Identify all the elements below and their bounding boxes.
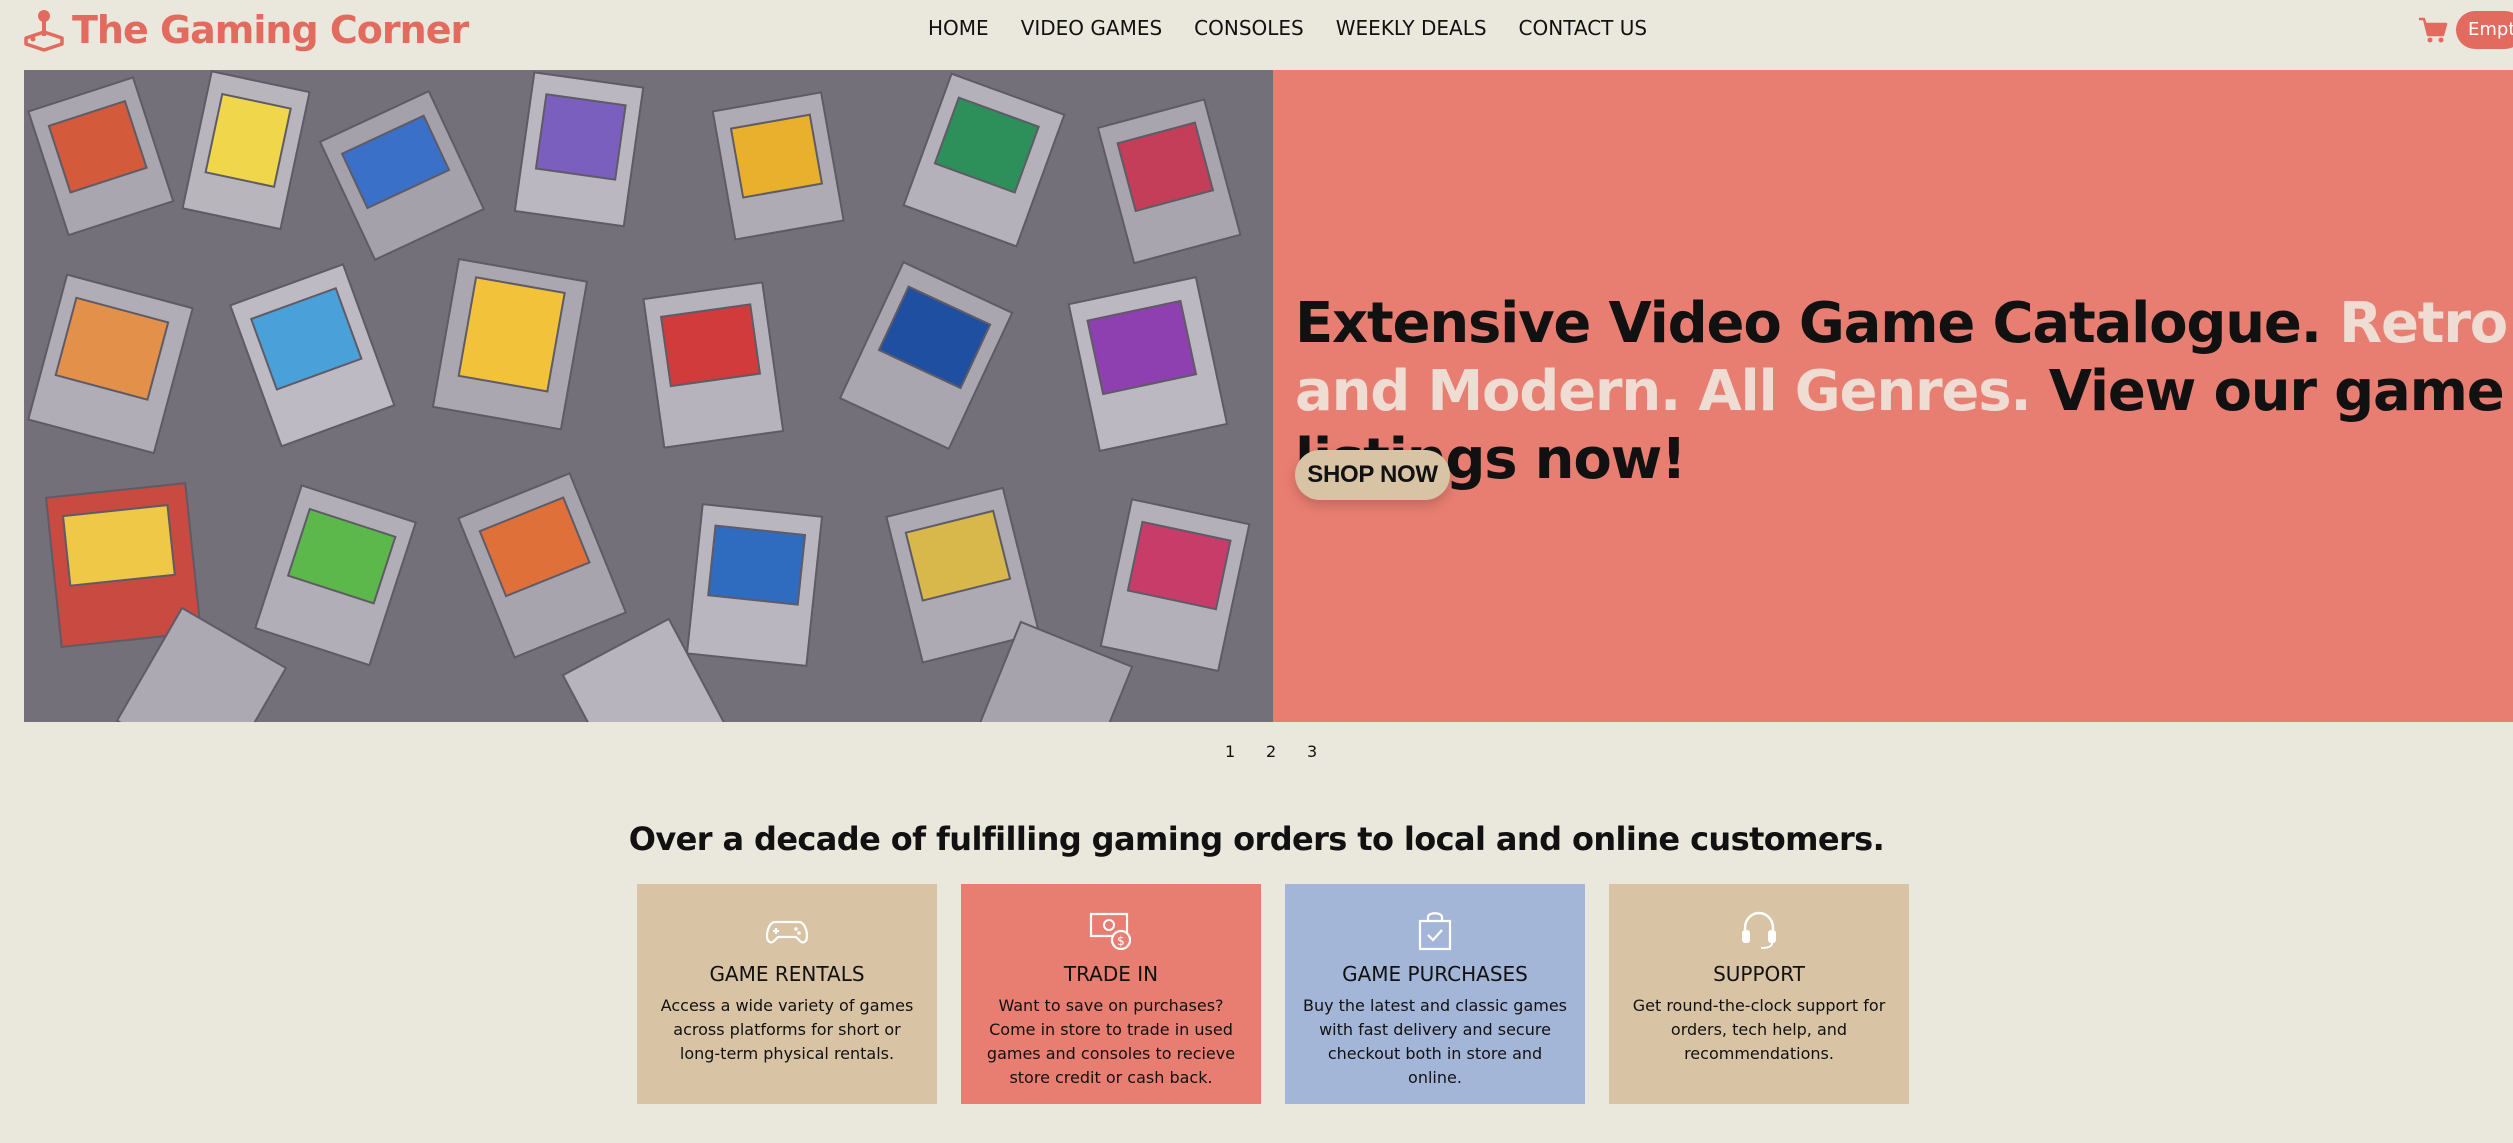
cart-status-badge[interactable]: Empty	[2456, 11, 2513, 49]
service-card-support: SUPPORT Get round-the-clock support for …	[1609, 884, 1909, 1104]
service-title: SUPPORT	[1713, 962, 1805, 986]
nav-video-games[interactable]: VIDEO GAMES	[1021, 16, 1162, 40]
shopping-cart-icon[interactable]	[2418, 15, 2448, 45]
slide-page-2[interactable]: 2	[1266, 742, 1307, 761]
hero-text-panel: Extensive Video Game Catalogue. Retro an…	[1273, 70, 2513, 722]
svg-text:$: $	[1117, 934, 1125, 948]
nav-home[interactable]: HOME	[928, 16, 989, 40]
brand-name: The Gaming Corner	[72, 8, 469, 52]
gamepad-icon	[765, 920, 809, 944]
service-card-game-purchases: GAME PURCHASES Buy the latest and classi…	[1285, 884, 1585, 1104]
service-title: GAME PURCHASES	[1342, 962, 1528, 986]
slider-pagination: 1 2 3	[1225, 742, 1348, 761]
service-card-trade-in: $ TRADE IN Want to save on purchases? Co…	[961, 884, 1261, 1104]
shopping-bag-check-icon	[1418, 912, 1452, 951]
service-description: Buy the latest and classic games with fa…	[1302, 996, 1568, 1087]
nav-contact-us[interactable]: CONTACT US	[1519, 16, 1648, 40]
slide-page-3[interactable]: 3	[1307, 742, 1348, 761]
nav-consoles[interactable]: CONSOLES	[1194, 16, 1304, 40]
hero-headline: Extensive Video Game Catalogue. Retro an…	[1295, 290, 2513, 494]
money-exchange-icon: $	[1089, 912, 1132, 951]
brand-logo-link[interactable]: The Gaming Corner	[22, 8, 469, 52]
headset-icon	[1742, 911, 1776, 949]
service-title: GAME RENTALS	[709, 962, 865, 986]
main-nav: HOME VIDEO GAMES CONSOLES WEEKLY DEALS C…	[928, 16, 1679, 40]
service-card-game-rentals: GAME RENTALS Access a wide variety of ga…	[637, 884, 937, 1104]
service-description: Want to save on purchases? Come in store…	[986, 996, 1236, 1087]
hero-banner: Extensive Video Game Catalogue. Retro an…	[24, 70, 2513, 722]
service-description: Access a wide variety of games across pl…	[660, 996, 914, 1063]
service-title: TRADE IN	[1063, 962, 1159, 986]
tagline: Over a decade of fulfilling gaming order…	[628, 820, 1885, 858]
joystick-icon	[24, 10, 64, 52]
shop-now-button[interactable]: SHOP NOW	[1295, 450, 1450, 500]
hero-image-game-cartridges	[24, 70, 1273, 722]
site-header: The Gaming Corner HOME VIDEO GAMES CONSO…	[0, 0, 2513, 70]
slide-page-1[interactable]: 1	[1225, 742, 1266, 761]
service-description: Get round-the-clock support for orders, …	[1632, 996, 1886, 1063]
hero-headline-part1: Extensive Video Game Catalogue.	[1295, 291, 2322, 356]
nav-weekly-deals[interactable]: WEEKLY DEALS	[1336, 16, 1487, 40]
